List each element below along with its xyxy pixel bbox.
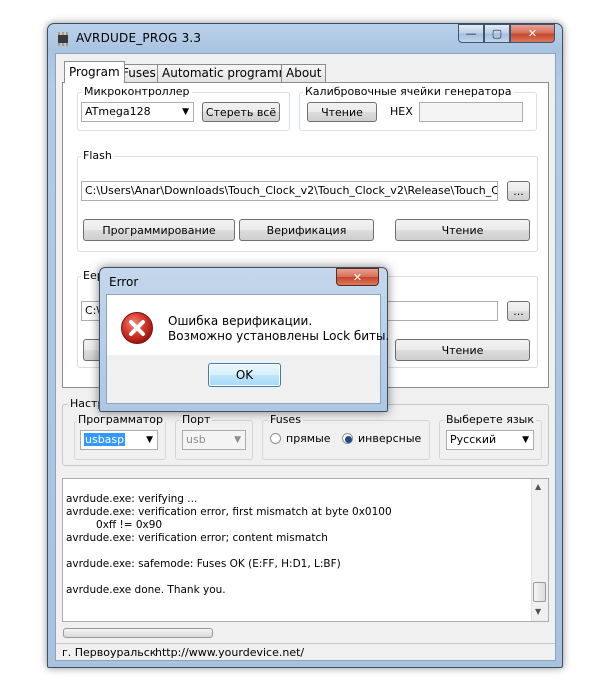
eeprom-browse-button[interactable]: ... (507, 301, 530, 321)
log-line: avrdude.exe: verification error, first m… (66, 506, 392, 518)
maximize-button[interactable]: ▢ (484, 24, 510, 43)
port-select[interactable]: usb ▼ (182, 430, 246, 450)
fuses-direct-label: прямые (286, 432, 331, 445)
dialog-title: Error (109, 275, 139, 289)
log-scroll-thumb[interactable] (533, 582, 546, 602)
flash-path-input[interactable]: C:\Users\Anar\Downloads\Touch_Clock_v2\T… (81, 181, 498, 201)
flash-read-button[interactable]: Чтение (395, 219, 530, 241)
dialog-ok-button[interactable]: OK (208, 363, 281, 387)
eeprom-read-button[interactable]: Чтение (395, 339, 530, 361)
port-value: usb (186, 433, 206, 446)
mcu-select[interactable]: ATmega128 ▼ (81, 102, 194, 122)
mcu-value: ATmega128 (85, 105, 151, 118)
dialog-message-line1: Ошибка верификации. (168, 314, 313, 328)
dialog-message-line2: Возможно установлены Lock биты. (168, 329, 390, 343)
programmer-select[interactable]: usbasp ▼ (80, 430, 158, 450)
port-label: Порт (180, 413, 213, 426)
fuses-direct-radio[interactable] (270, 433, 281, 444)
fuses-inverse-label: инверсные (358, 432, 422, 445)
minimize-icon: — (465, 27, 477, 40)
calibration-label: Калибровочные ячейки генератора (303, 85, 514, 98)
language-label: Выберете язык (444, 413, 536, 426)
fuses-mode-label: Fuses (268, 413, 303, 426)
flash-program-button[interactable]: Программирование (83, 219, 235, 241)
tab-about[interactable]: About (281, 64, 327, 82)
close-icon: ✕ (527, 27, 538, 40)
scroll-up-icon[interactable]: ▲ (535, 482, 541, 491)
chevron-down-icon: ▼ (234, 435, 241, 445)
error-icon (121, 312, 153, 344)
language-value: Русский (450, 433, 497, 446)
mcu-label: Микроконтроллер (82, 85, 192, 98)
flash-browse-button[interactable]: ... (507, 181, 530, 201)
calibration-read-button[interactable]: Чтение (307, 102, 377, 122)
flash-verify-button[interactable]: Верификация (239, 219, 374, 241)
close-icon: ✕ (352, 270, 363, 284)
hex-label: HEX (390, 105, 413, 118)
minimize-button[interactable]: — (458, 24, 484, 43)
window-title: AVRDUDE_PROG 3.3 (76, 31, 202, 45)
programmer-label: Программатор (76, 413, 165, 426)
log-line: avrdude.exe: verifying ... (66, 493, 198, 505)
log-line: avrdude.exe done. Thank you. (66, 584, 226, 596)
status-url-link[interactable]: http://www.yourdevice.net/ (155, 646, 304, 659)
chevron-down-icon: ▼ (146, 435, 153, 445)
close-button[interactable]: ✕ (510, 24, 555, 43)
programmer-value: usbasp (84, 433, 126, 446)
chevron-down-icon: ▼ (182, 107, 189, 117)
scroll-down-icon[interactable]: ▼ (535, 607, 541, 616)
log-line: avrdude.exe: verification error; content… (66, 532, 328, 544)
log-line: 0xff != 0x90 (66, 519, 163, 531)
flash-label: Flash (81, 149, 114, 162)
erase-all-button[interactable]: Стереть всё (202, 102, 280, 122)
hex-field[interactable] (419, 102, 523, 122)
language-select[interactable]: Русский ▼ (446, 430, 534, 450)
dialog-close-button[interactable]: ✕ (336, 268, 379, 286)
tab-program[interactable]: Program (64, 61, 125, 83)
status-city: г. Первоуральск (62, 646, 157, 659)
fuses-inverse-radio[interactable] (342, 433, 353, 444)
maximize-icon: ▢ (491, 27, 503, 40)
log-line: avrdude.exe: safemode: Fuses OK (E:FF, H… (66, 558, 341, 570)
horizontal-scroll-thumb[interactable] (63, 628, 213, 638)
chevron-down-icon: ▼ (522, 435, 529, 445)
app-chip-icon (58, 32, 68, 46)
